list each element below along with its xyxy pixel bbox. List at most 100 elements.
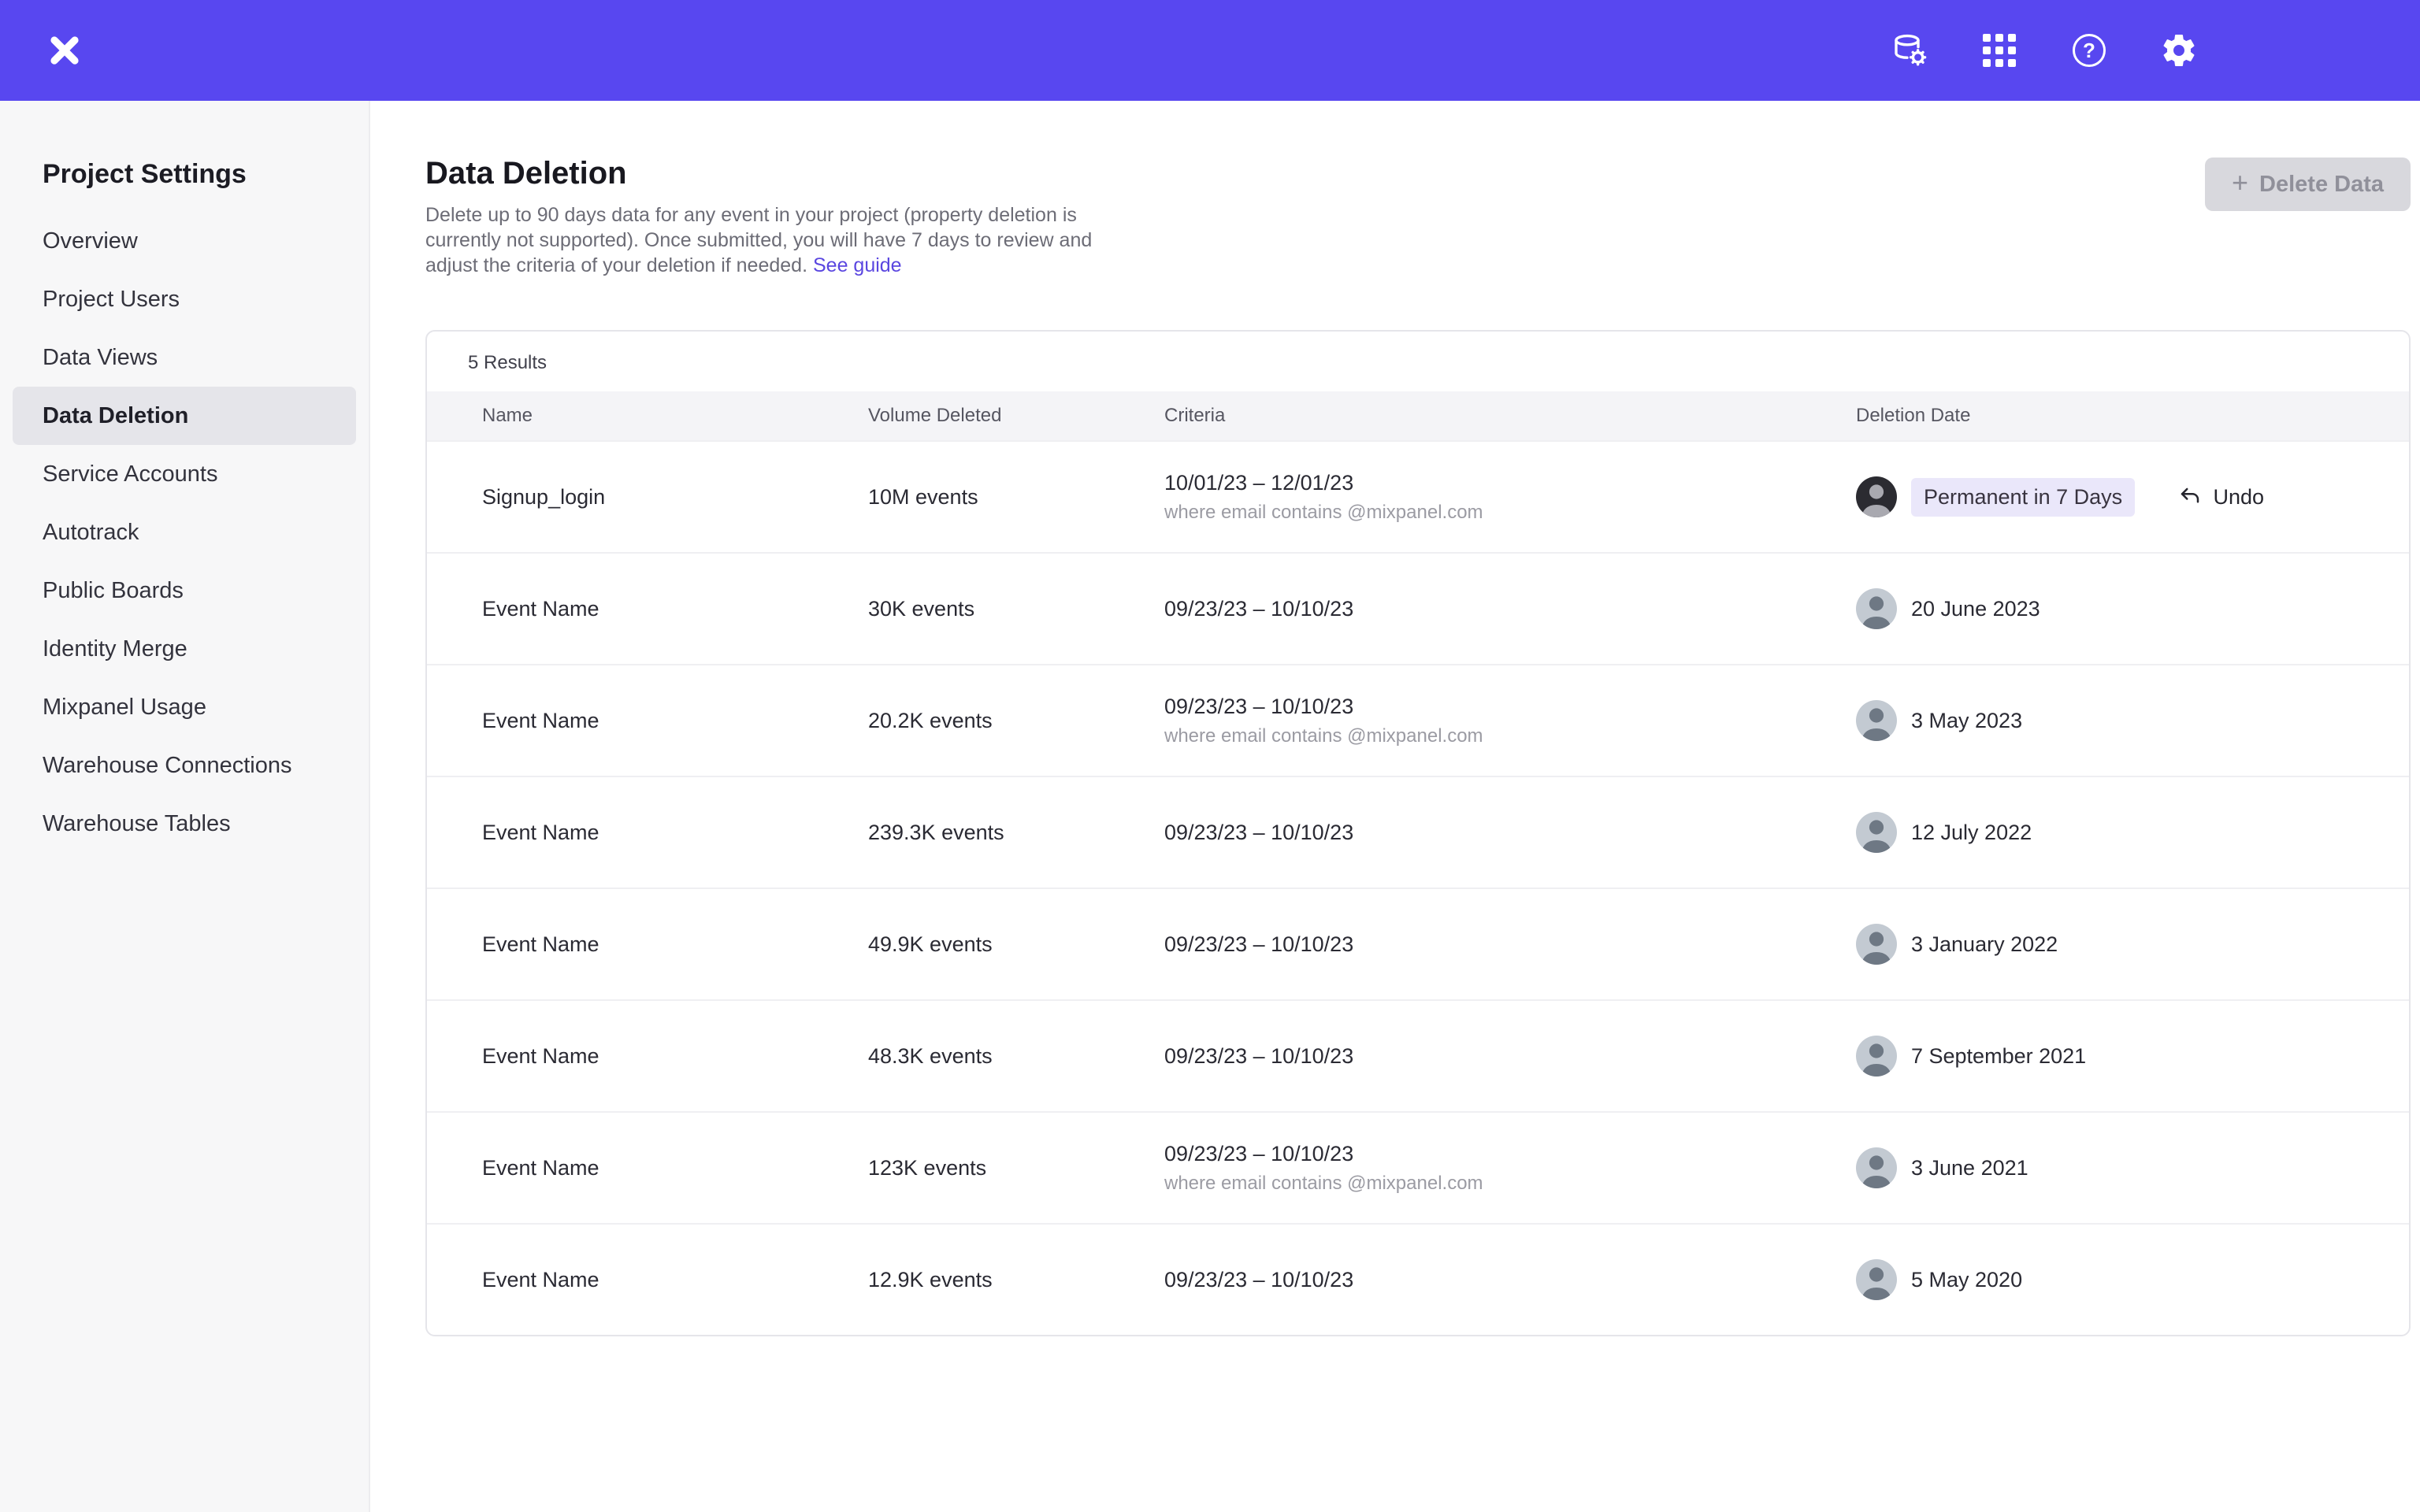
avatar xyxy=(1856,1259,1897,1300)
deletion-date-text: 12 July 2022 xyxy=(1911,821,2032,845)
settings-icon[interactable] xyxy=(2160,32,2198,69)
row-volume: 49.9K events xyxy=(868,932,1164,957)
avatar xyxy=(1856,1036,1897,1077)
undo-icon xyxy=(2178,485,2202,509)
column-header-volume: Volume Deleted xyxy=(868,405,1164,427)
page-header: Data Deletion Delete up to 90 days data … xyxy=(425,156,2411,278)
row-criteria: 10/01/23 – 12/01/23 where email contains… xyxy=(1164,471,1856,524)
plus-icon: + xyxy=(2232,169,2248,197)
row-name: Event Name xyxy=(482,709,868,733)
see-guide-link[interactable]: See guide xyxy=(813,254,902,276)
row-deletion-date: 3 June 2021 xyxy=(1856,1147,2365,1188)
row-name: Event Name xyxy=(482,1044,868,1069)
sidebar-item-data-deletion[interactable]: Data Deletion xyxy=(13,387,356,445)
row-name: Event Name xyxy=(482,1268,868,1292)
deletion-date-text: 7 September 2021 xyxy=(1911,1044,2086,1069)
undo-label: Undo xyxy=(2213,485,2264,510)
criteria-range: 09/23/23 – 10/10/23 xyxy=(1164,597,1856,621)
avatar xyxy=(1856,476,1897,517)
table-row: Event Name 123K events 09/23/23 – 10/10/… xyxy=(427,1111,2409,1223)
column-header-name: Name xyxy=(482,405,868,427)
table-row: Event Name 49.9K events 09/23/23 – 10/10… xyxy=(427,888,2409,999)
mixpanel-logo[interactable] xyxy=(44,30,85,71)
sidebar-item-service-accounts[interactable]: Service Accounts xyxy=(13,445,356,503)
criteria-range: 09/23/23 – 10/10/23 xyxy=(1164,932,1856,957)
row-criteria: 09/23/23 – 10/10/23 xyxy=(1164,1268,1856,1292)
sidebar-item-mixpanel-usage[interactable]: Mixpanel Usage xyxy=(13,678,356,736)
criteria-subtext: where email contains @mixpanel.com xyxy=(1164,1173,1856,1195)
row-deletion-date: 3 January 2022 xyxy=(1856,924,2365,965)
row-name: Event Name xyxy=(482,932,868,957)
avatar xyxy=(1856,700,1897,741)
row-name: Event Name xyxy=(482,1156,868,1180)
criteria-subtext: where email contains @mixpanel.com xyxy=(1164,502,1856,524)
row-deletion-date: Permanent in 7 Days Undo xyxy=(1856,476,2365,517)
table-row: Event Name 48.3K events 09/23/23 – 10/10… xyxy=(427,999,2409,1111)
row-volume: 123K events xyxy=(868,1156,1164,1180)
row-criteria: 09/23/23 – 10/10/23 where email contains… xyxy=(1164,695,1856,747)
row-volume: 12.9K events xyxy=(868,1268,1164,1292)
row-volume: 20.2K events xyxy=(868,709,1164,733)
criteria-range: 10/01/23 – 12/01/23 xyxy=(1164,471,1856,495)
page-description: Delete up to 90 days data for any event … xyxy=(425,202,1134,278)
criteria-range: 09/23/23 – 10/10/23 xyxy=(1164,1268,1856,1292)
row-criteria: 09/23/23 – 10/10/23 xyxy=(1164,932,1856,957)
column-header-deletion-date: Deletion Date xyxy=(1856,405,2365,427)
column-header-criteria: Criteria xyxy=(1164,405,1856,427)
criteria-range: 09/23/23 – 10/10/23 xyxy=(1164,821,1856,845)
row-name: Signup_login xyxy=(482,485,868,510)
help-icon[interactable] xyxy=(2070,32,2108,69)
row-volume: 10M events xyxy=(868,485,1164,510)
table-row: Event Name 30K events 09/23/23 – 10/10/2… xyxy=(427,552,2409,664)
topbar-icon-group xyxy=(1891,0,2198,101)
sidebar-item-warehouse-tables[interactable]: Warehouse Tables xyxy=(13,795,356,853)
table-row: Event Name 239.3K events 09/23/23 – 10/1… xyxy=(427,776,2409,888)
apps-grid-icon[interactable] xyxy=(1980,32,2018,69)
row-volume: 239.3K events xyxy=(868,821,1164,845)
deletion-date-text: 5 May 2020 xyxy=(1911,1268,2022,1292)
avatar xyxy=(1856,588,1897,629)
table-row: Signup_login 10M events 10/01/23 – 12/01… xyxy=(427,440,2409,552)
undo-button[interactable]: Undo xyxy=(2178,485,2264,510)
sidebar-item-public-boards[interactable]: Public Boards xyxy=(13,561,356,620)
data-management-icon[interactable] xyxy=(1891,32,1928,69)
row-criteria: 09/23/23 – 10/10/23 xyxy=(1164,1044,1856,1069)
row-volume: 30K events xyxy=(868,597,1164,621)
permanent-badge: Permanent in 7 Days xyxy=(1911,478,2135,517)
table-row: Event Name 20.2K events 09/23/23 – 10/10… xyxy=(427,664,2409,776)
row-deletion-date: 12 July 2022 xyxy=(1856,812,2365,853)
sidebar-item-project-users[interactable]: Project Users xyxy=(13,270,356,328)
table-header-row: Name Volume Deleted Criteria Deletion Da… xyxy=(427,391,2409,440)
deletion-table-card: 5 Results Name Volume Deleted Criteria D… xyxy=(425,330,2411,1336)
criteria-subtext: where email contains @mixpanel.com xyxy=(1164,725,1856,747)
row-deletion-date: 20 June 2023 xyxy=(1856,588,2365,629)
row-criteria: 09/23/23 – 10/10/23 xyxy=(1164,597,1856,621)
sidebar-item-warehouse-connections[interactable]: Warehouse Connections xyxy=(13,736,356,795)
sidebar-title: Project Settings xyxy=(13,159,356,190)
sidebar-item-autotrack[interactable]: Autotrack xyxy=(13,503,356,561)
deletion-date-text: 3 May 2023 xyxy=(1911,709,2022,733)
results-count: 5 Results xyxy=(427,332,2409,391)
criteria-range: 09/23/23 – 10/10/23 xyxy=(1164,1142,1856,1166)
row-deletion-date: 3 May 2023 xyxy=(1856,700,2365,741)
project-settings-sidebar: Project Settings Overview Project Users … xyxy=(0,101,370,1512)
row-criteria: 09/23/23 – 10/10/23 where email contains… xyxy=(1164,1142,1856,1195)
avatar xyxy=(1856,1147,1897,1188)
row-name: Event Name xyxy=(482,597,868,621)
sidebar-item-overview[interactable]: Overview xyxy=(13,212,356,270)
sidebar-item-data-views[interactable]: Data Views xyxy=(13,328,356,387)
deletion-date-text: 20 June 2023 xyxy=(1911,597,2040,621)
row-deletion-date: 7 September 2021 xyxy=(1856,1036,2365,1077)
page-title: Data Deletion xyxy=(425,156,2411,191)
row-criteria: 09/23/23 – 10/10/23 xyxy=(1164,821,1856,845)
row-volume: 48.3K events xyxy=(868,1044,1164,1069)
sidebar-item-identity-merge[interactable]: Identity Merge xyxy=(13,620,356,678)
project-settings-nav: Overview Project Users Data Views Data D… xyxy=(13,212,356,853)
deletion-date-text: 3 June 2021 xyxy=(1911,1156,2028,1180)
row-name: Event Name xyxy=(482,821,868,845)
criteria-range: 09/23/23 – 10/10/23 xyxy=(1164,695,1856,719)
criteria-range: 09/23/23 – 10/10/23 xyxy=(1164,1044,1856,1069)
delete-data-button[interactable]: + Delete Data xyxy=(2205,158,2411,211)
deletion-date-text: 3 January 2022 xyxy=(1911,932,2058,957)
table-row: Event Name 12.9K events 09/23/23 – 10/10… xyxy=(427,1223,2409,1335)
